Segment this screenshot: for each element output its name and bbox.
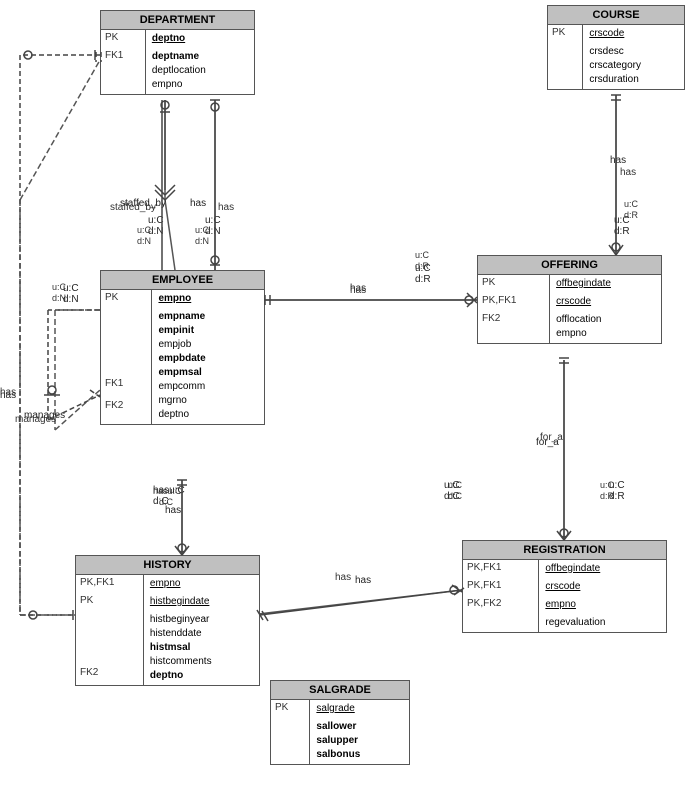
dept-pk-attr: deptno xyxy=(146,30,254,48)
entity-course-title: COURSE xyxy=(548,6,684,25)
entity-employee: EMPLOYEE PK empno FK1FK2 empname empinit… xyxy=(100,270,265,425)
emp-pk-label: PK xyxy=(101,290,152,308)
constraint-uc-dc-off-reg: u:Cd:C xyxy=(444,480,460,502)
hist-pk2-label: PK xyxy=(76,593,144,611)
constraint-uc-dn-has: u:Cd:N xyxy=(205,215,221,237)
course-attrs: crsdesc crscategory crsduration xyxy=(583,43,684,89)
dept-pk-label: PK xyxy=(101,30,146,48)
reg-fk-empty xyxy=(463,614,539,632)
constraint-uc-dn-staffed: u:Cd:N xyxy=(148,215,164,237)
hist-attrs: histbeginyear histenddate histmsal histc… xyxy=(144,611,259,685)
hist-fk2-label: FK2 xyxy=(76,611,144,685)
label-has-left: has xyxy=(0,390,16,401)
entity-history: HISTORY PK,FK1 empno PK histbegindate FK… xyxy=(75,555,260,686)
reg-pk1-attr: offbegindate xyxy=(539,560,666,578)
entity-offering-title: OFFERING xyxy=(478,256,661,275)
svg-text:d:N: d:N xyxy=(195,236,209,246)
constraint-uc-dr-course-off: u:Cd:R xyxy=(614,215,630,237)
course-pk-attr: crscode xyxy=(583,25,684,43)
reg-pk3-label: PK,FK2 xyxy=(463,596,539,614)
entity-history-title: HISTORY xyxy=(76,556,259,575)
dept-attrs: deptname deptlocation empno xyxy=(146,48,254,94)
svg-text:has: has xyxy=(218,202,234,213)
entity-offering: OFFERING PK offbegindate PK,FK1 crscode … xyxy=(477,255,662,344)
constraint-uc-dr-off-reg2: u:Cd:R xyxy=(609,480,625,502)
label-has-history-reg: has xyxy=(355,575,371,586)
entity-salgrade-title: SALGRADE xyxy=(271,681,409,700)
entity-department: DEPARTMENT PK deptno FK1 deptname deptlo… xyxy=(100,10,255,95)
sal-attrs: sallower salupper salbonus xyxy=(310,718,409,764)
reg-pk2-attr: crscode xyxy=(539,578,666,596)
label-manages: manages xyxy=(24,410,65,421)
off-attrs: offlocation empno xyxy=(550,311,661,343)
entity-department-title: DEPARTMENT xyxy=(101,11,254,30)
label-staffed-by: staffed_by xyxy=(120,198,166,209)
svg-text:u:C: u:C xyxy=(624,199,639,209)
sal-pk-attr: salgrade xyxy=(310,700,409,718)
entity-registration-title: REGISTRATION xyxy=(463,541,666,560)
off-pk2-attr: crscode xyxy=(550,293,661,311)
course-pk-label: PK xyxy=(548,25,583,43)
entity-course: COURSE PK crscode crsdesc crscategory cr… xyxy=(547,5,685,90)
svg-text:has: has xyxy=(335,572,351,583)
svg-text:has: has xyxy=(620,167,636,178)
sal-fk-empty xyxy=(271,718,310,764)
entity-registration: REGISTRATION PK,FK1 offbegindate PK,FK1 … xyxy=(462,540,667,633)
svg-text:d:N: d:N xyxy=(137,236,151,246)
emp-pk-attr: empno xyxy=(152,290,264,308)
constraint-hasu-c-dc: hasu:Cd:C xyxy=(153,485,185,507)
off-pk1-attr: offbegindate xyxy=(550,275,661,293)
reg-attrs: regevaluation xyxy=(539,614,666,632)
hist-pk1-label: PK,FK1 xyxy=(76,575,144,593)
entity-salgrade: SALGRADE PK salgrade sallower salupper s… xyxy=(270,680,410,765)
emp-attrs: empname empinit empjob empbdate empmsal … xyxy=(152,308,264,424)
svg-text:u:C: u:C xyxy=(415,250,430,260)
dept-fk1-label: FK1 xyxy=(101,48,146,94)
reg-pk2-label: PK,FK1 xyxy=(463,578,539,596)
constraint-uc-dn-manages: u:Cd:N xyxy=(63,283,79,305)
emp-fk-labels: FK1FK2 xyxy=(101,308,152,424)
constraint-uc-dr-emp-off: u:Cd:R xyxy=(415,263,431,285)
hist-pk2-attr: histbegindate xyxy=(144,593,259,611)
reg-pk3-attr: empno xyxy=(539,596,666,614)
reg-pk1-label: PK,FK1 xyxy=(463,560,539,578)
label-has-dept-emp: has xyxy=(190,198,206,209)
off-fk2-label: FK2 xyxy=(478,311,550,343)
label-for-a: for_a xyxy=(536,437,559,448)
entity-employee-title: EMPLOYEE xyxy=(101,271,264,290)
label-has-emp-offering: has xyxy=(350,283,366,294)
sal-pk-label: PK xyxy=(271,700,310,718)
label-has-course-offering: has xyxy=(610,155,626,166)
diagram-container: staffed_by has has has has for_a has has… xyxy=(0,0,690,803)
off-pk2-label: PK,FK1 xyxy=(478,293,550,311)
course-fk-empty xyxy=(548,43,583,89)
hist-pk1-attr: empno xyxy=(144,575,259,593)
off-pk1-label: PK xyxy=(478,275,550,293)
